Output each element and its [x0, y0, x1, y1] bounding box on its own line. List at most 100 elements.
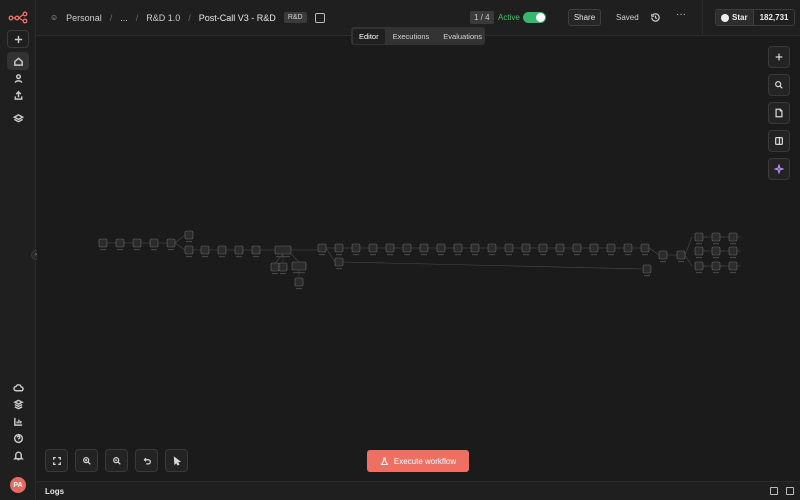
workflow-node[interactable] [351, 243, 361, 253]
tab-editor[interactable]: Editor [353, 28, 385, 44]
home-icon[interactable] [7, 52, 29, 70]
node-caption [272, 273, 278, 275]
workflow-node[interactable] [368, 243, 378, 253]
workflow-node[interactable] [453, 243, 463, 253]
workflow-node[interactable] [589, 243, 599, 253]
breadcrumb-folder[interactable]: R&D 1.0 [146, 13, 180, 23]
workflow-node[interactable] [606, 243, 616, 253]
workflow-node[interactable] [504, 243, 514, 253]
workflow-node[interactable] [166, 238, 176, 248]
fit-view-button[interactable] [45, 449, 68, 472]
workflow-node[interactable] [184, 245, 194, 255]
workflow-node[interactable] [538, 243, 548, 253]
workflow-node[interactable] [270, 262, 280, 272]
workflow-node[interactable] [217, 245, 227, 255]
breadcrumb-separator: / [109, 12, 113, 23]
workflow-node[interactable] [251, 245, 261, 255]
add-tag-icon[interactable] [314, 12, 325, 23]
workflow-node[interactable] [694, 261, 704, 271]
workflow-node[interactable] [436, 243, 446, 253]
plus-icon[interactable] [7, 30, 29, 48]
sticky-note-button[interactable] [768, 102, 790, 124]
logs-panel-bar[interactable]: Logs [37, 481, 800, 500]
github-star[interactable]: Star [716, 10, 753, 25]
workflow-node[interactable] [555, 243, 565, 253]
active-toggle[interactable] [523, 12, 546, 23]
ai-assistant-button[interactable] [768, 158, 790, 180]
insights-icon[interactable] [7, 412, 29, 430]
workflow-node[interactable] [470, 243, 480, 253]
workflow-node[interactable] [234, 245, 244, 255]
node-caption [472, 254, 478, 256]
avatar[interactable]: PA [10, 477, 26, 493]
workflow-node[interactable] [640, 243, 650, 253]
share-button[interactable]: Share [568, 9, 601, 26]
workflow-node[interactable] [291, 261, 307, 271]
workflow-node[interactable] [728, 246, 738, 256]
share-icon[interactable] [7, 86, 29, 104]
workflow-node[interactable] [115, 238, 125, 248]
search-button[interactable] [768, 74, 790, 96]
cloud-icon[interactable] [7, 378, 29, 396]
workflow-node[interactable] [711, 261, 721, 271]
breadcrumb-ellipsis[interactable]: ... [120, 13, 128, 23]
workflow-node[interactable] [402, 243, 412, 253]
workflow-node[interactable] [487, 243, 497, 253]
workflow-node[interactable] [694, 246, 704, 256]
pop-out-icon[interactable] [770, 487, 778, 495]
history-icon[interactable] [650, 12, 661, 23]
layers-icon[interactable] [7, 109, 29, 127]
breadcrumb-personal[interactable]: Personal [66, 13, 102, 23]
node-caption [219, 256, 225, 258]
bell-icon[interactable] [7, 446, 29, 464]
node-caption [713, 243, 719, 245]
workflow-node[interactable] [334, 257, 344, 267]
workflow-node[interactable] [184, 230, 194, 240]
add-node-button[interactable] [768, 46, 790, 68]
workflow-node[interactable] [98, 238, 108, 248]
tab-executions[interactable]: Executions [387, 29, 436, 44]
node-caption [574, 254, 580, 256]
workflow-node[interactable] [294, 277, 304, 287]
workflow-node[interactable] [658, 250, 668, 260]
workflow-node[interactable] [149, 238, 159, 248]
workflow-node[interactable] [676, 250, 686, 260]
execute-workflow-button[interactable]: Execute workflow [367, 450, 469, 472]
user-icon[interactable] [7, 69, 29, 87]
workflow-tag[interactable]: R&D [283, 12, 307, 23]
workflow-node[interactable] [132, 238, 142, 248]
workflow-node[interactable] [572, 243, 582, 253]
workflow-node[interactable] [385, 243, 395, 253]
workflow-canvas[interactable] [37, 37, 800, 481]
n8n-logo[interactable] [8, 10, 28, 24]
workflow-node[interactable] [623, 243, 633, 253]
workflow-node[interactable] [334, 243, 344, 253]
templates-icon[interactable] [7, 395, 29, 413]
workflow-node[interactable] [711, 232, 721, 242]
node-caption [713, 272, 719, 274]
zoom-out-button[interactable] [105, 449, 128, 472]
workflow-graph[interactable] [37, 37, 800, 481]
workflow-node[interactable] [419, 243, 429, 253]
workflow-node[interactable] [711, 246, 721, 256]
expand-icon[interactable] [786, 487, 794, 495]
workflow-node[interactable] [728, 261, 738, 271]
workflow-title[interactable]: Post-Call V3 - R&D [199, 13, 276, 23]
workflow-node[interactable] [278, 262, 288, 272]
github-star-button[interactable]: Star 182,731 [715, 9, 796, 26]
tab-evaluations[interactable]: Evaluations [437, 29, 488, 44]
workflow-node[interactable] [274, 245, 292, 255]
help-icon[interactable] [7, 429, 29, 447]
panel-toggle-button[interactable] [768, 130, 790, 152]
workflow-node[interactable] [521, 243, 531, 253]
workflow-node[interactable] [200, 245, 210, 255]
tidy-up-button[interactable] [165, 449, 188, 472]
workflow-node[interactable] [317, 243, 327, 253]
reset-zoom-button[interactable] [135, 449, 158, 472]
workflow-node[interactable] [728, 232, 738, 242]
workflow-node[interactable] [694, 232, 704, 242]
zoom-in-button[interactable] [75, 449, 98, 472]
connection-line [174, 242, 186, 251]
workflow-node[interactable] [642, 264, 652, 274]
more-options-icon[interactable]: ··· [676, 9, 686, 20]
